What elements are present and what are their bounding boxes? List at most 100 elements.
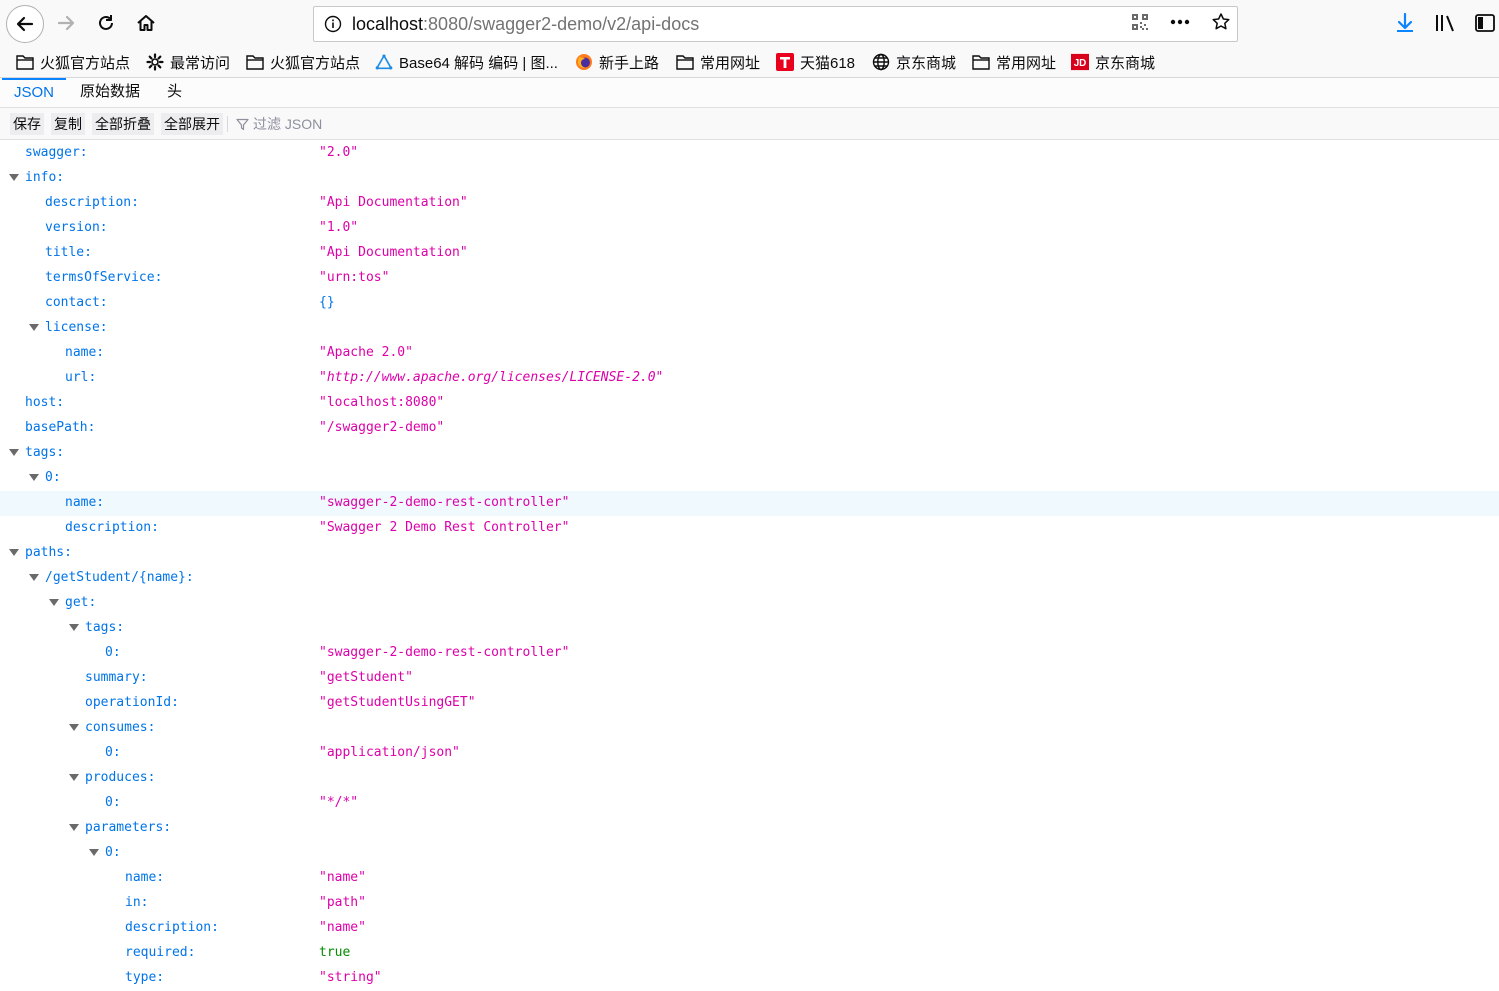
tree-row[interactable]: type: "string" <box>0 966 1499 991</box>
url-text[interactable]: localhost:8080/swagger2-demo/v2/api-docs <box>352 14 699 35</box>
tree-row[interactable]: description: "Api Documentation" <box>0 191 1499 216</box>
expand-toggle-icon[interactable] <box>69 824 79 831</box>
tree-key: operationId: <box>85 695 179 710</box>
tree-row[interactable]: name: "swagger-2-demo-rest-controller" <box>0 491 1499 516</box>
expand-toggle-icon[interactable] <box>9 174 19 181</box>
tmall-icon <box>776 53 794 71</box>
tree-row[interactable]: contact: {} <box>0 291 1499 316</box>
save-button[interactable]: 保存 <box>10 113 44 135</box>
tree-row[interactable]: consumes: <box>0 716 1499 741</box>
address-bar[interactable]: localhost:8080/swagger2-demo/v2/api-docs <box>313 6 1238 42</box>
sidebar-icon[interactable] <box>1474 8 1496 38</box>
expand-toggle-icon[interactable] <box>9 449 19 456</box>
tree-row[interactable]: produces: <box>0 766 1499 791</box>
tree-row[interactable]: termsOfService: "urn:tos" <box>0 266 1499 291</box>
bookmark-item[interactable]: 天猫618 <box>776 51 855 73</box>
tree-row[interactable]: get: <box>0 591 1499 616</box>
filter-json-input[interactable]: 过滤 JSON <box>236 113 322 135</box>
back-button[interactable] <box>6 5 44 43</box>
tree-row[interactable]: operationId: "getStudentUsingGET" <box>0 691 1499 716</box>
tab-raw-data[interactable]: 原始数据 <box>68 78 152 107</box>
reload-button[interactable] <box>88 5 124 41</box>
filter-icon <box>236 118 249 130</box>
tree-row[interactable]: 0: "*/*" <box>0 791 1499 816</box>
svg-text:JD: JD <box>1074 58 1087 69</box>
expand-toggle-icon[interactable] <box>69 624 79 631</box>
expand-all-button[interactable]: 全部展开 <box>161 113 223 135</box>
tree-row[interactable]: license: <box>0 316 1499 341</box>
library-icon[interactable] <box>1434 8 1456 38</box>
tree-row[interactable]: 0: <box>0 841 1499 866</box>
bookmark-item[interactable]: JD 京东商城 <box>1071 51 1155 73</box>
qr-code-icon[interactable] <box>1131 13 1149 36</box>
expand-toggle-icon[interactable] <box>29 324 39 331</box>
tree-row[interactable]: url: "http://www.apache.org/licenses/LICE… <box>0 366 1499 391</box>
bookmark-item[interactable]: 火狐官方站点 <box>246 51 360 73</box>
tree-row[interactable]: host: "localhost:8080" <box>0 391 1499 416</box>
tree-row[interactable]: title: "Api Documentation" <box>0 241 1499 266</box>
tree-row[interactable]: parameters: <box>0 816 1499 841</box>
tree-value: "*/*" <box>319 795 359 810</box>
tree-row[interactable]: tags: <box>0 616 1499 641</box>
tree-key: produces: <box>85 770 156 785</box>
expand-toggle-icon[interactable] <box>89 849 99 856</box>
expand-toggle-icon[interactable] <box>69 774 79 781</box>
tree-row[interactable]: in: "path" <box>0 891 1499 916</box>
tree-key: description: <box>45 195 139 210</box>
tree-value: "/swagger2-demo" <box>319 420 445 435</box>
tree-row[interactable]: required: true <box>0 941 1499 966</box>
tree-row[interactable]: info: <box>0 166 1499 191</box>
bookmark-item[interactable]: 京东商城 <box>872 51 956 73</box>
tree-key: version: <box>45 220 108 235</box>
bookmark-item[interactable]: 常用网址 <box>676 51 760 73</box>
bookmark-label: 天猫618 <box>800 54 856 72</box>
tree-value: "localhost:8080" <box>319 395 445 410</box>
page-actions-icon[interactable] <box>1169 13 1191 36</box>
tree-key: in: <box>125 895 149 910</box>
home-button[interactable] <box>128 5 164 41</box>
gear-icon <box>146 53 164 71</box>
bookmark-star-icon[interactable] <box>1211 12 1231 37</box>
tree-key: contact: <box>45 295 108 310</box>
tree-row[interactable]: version: "1.0" <box>0 216 1499 241</box>
tree-row[interactable]: description: "name" <box>0 916 1499 941</box>
tree-row[interactable]: basePath: "/swagger2-demo" <box>0 416 1499 441</box>
tree-row[interactable]: /getStudent/{name}: <box>0 566 1499 591</box>
expand-toggle-icon[interactable] <box>69 724 79 731</box>
tab-headers[interactable]: 头 <box>155 78 194 107</box>
bookmark-item[interactable]: 新手上路 <box>575 51 659 73</box>
tree-row[interactable]: 0: "application/json" <box>0 741 1499 766</box>
tree-value: "http://www.apache.org/licenses/LICENSE-… <box>319 370 664 385</box>
downloads-icon[interactable] <box>1394 8 1416 38</box>
bookmark-item[interactable]: Base64 解码 编码 | 图... <box>375 51 558 73</box>
tree-row[interactable]: swagger: "2.0" <box>0 141 1499 166</box>
bookmark-item[interactable]: 火狐官方站点 <box>16 51 130 73</box>
tree-key: parameters: <box>85 820 172 835</box>
tree-row[interactable]: paths: <box>0 541 1499 566</box>
bookmark-item[interactable]: 最常访问 <box>146 51 230 73</box>
bookmark-label: 常用网址 <box>700 54 761 72</box>
tree-key: url: <box>65 370 97 385</box>
site-info-icon[interactable] <box>318 15 348 33</box>
tree-row[interactable]: description: "Swagger 2 Demo Rest Control… <box>0 516 1499 541</box>
expand-toggle-icon[interactable] <box>9 549 19 556</box>
tree-row[interactable]: name: "name" <box>0 866 1499 891</box>
expand-toggle-icon[interactable] <box>29 474 39 481</box>
tree-row[interactable]: 0: "swagger-2-demo-rest-controller" <box>0 641 1499 666</box>
copy-button[interactable]: 复制 <box>51 113 85 135</box>
tree-key: title: <box>45 245 92 260</box>
tree-value: "string" <box>319 970 382 985</box>
forward-button[interactable] <box>48 5 84 41</box>
tree-row[interactable]: tags: <box>0 441 1499 466</box>
tree-key: required: <box>125 945 196 960</box>
expand-toggle-icon[interactable] <box>29 574 39 581</box>
json-tree: swagger: "2.0" info: description: "Api Docum… <box>0 141 1499 991</box>
tree-row[interactable]: 0: <box>0 466 1499 491</box>
bookmark-item[interactable]: 常用网址 <box>972 51 1056 73</box>
expand-toggle-icon[interactable] <box>49 599 59 606</box>
tab-json[interactable]: JSON <box>2 78 66 107</box>
url-path: :8080/swagger2-demo/v2/api-docs <box>423 13 700 34</box>
tree-row[interactable]: summary: "getStudent" <box>0 666 1499 691</box>
collapse-all-button[interactable]: 全部折叠 <box>92 113 154 135</box>
tree-row[interactable]: name: "Apache 2.0" <box>0 341 1499 366</box>
